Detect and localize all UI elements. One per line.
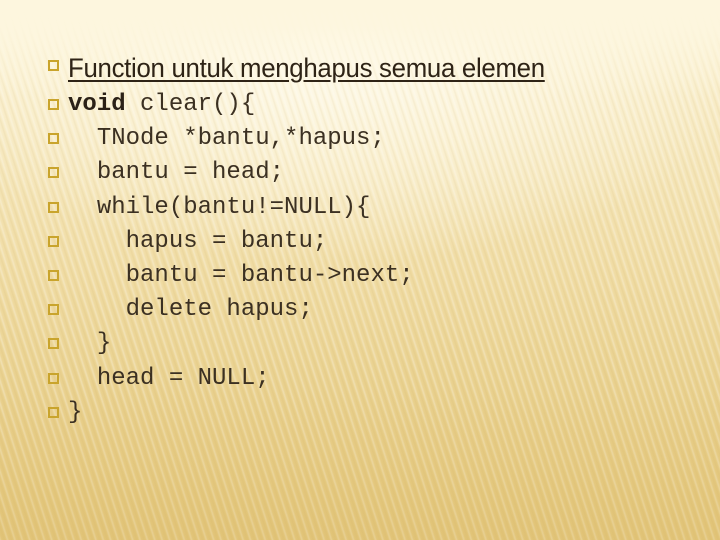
code-bullet-line: bantu = bantu->next; [48, 261, 414, 291]
square-bullet-icon [48, 338, 59, 350]
code-bullet-line: TNode *bantu,*hapus; [48, 124, 385, 154]
code-bullet-line: hapus = bantu; [48, 227, 327, 257]
square-bullet-icon [48, 235, 59, 247]
square-bullet-icon [48, 99, 59, 110]
square-bullet-icon [48, 201, 59, 213]
page-title: Function untuk menghapus semua elemen [68, 53, 545, 83]
square-bullet-icon [48, 304, 59, 316]
code-line-text: bantu = head; [68, 158, 284, 188]
code-bullet-line: while(bantu!=NULL){ [48, 193, 370, 223]
code-bullet-line: void clear(){ [48, 90, 255, 120]
code-line-text: void clear(){ [68, 90, 255, 120]
square-bullet-icon [48, 133, 59, 145]
code-line-body: bantu = bantu->next; [125, 262, 414, 289]
square-bullet-icon [48, 167, 59, 179]
square-bullet-icon [48, 270, 59, 281]
square-bullet-icon [48, 372, 59, 384]
code-line-body: delete hapus; [125, 296, 313, 324]
slide-content: Function untuk menghapus semua elemen vo… [0, 0, 720, 540]
code-line-text: TNode *bantu,*hapus; [68, 124, 385, 154]
code-line-body: head = NULL; [96, 364, 270, 392]
code-bullet-line: head = NULL; [48, 364, 270, 394]
code-line-text: hapus = bantu; [68, 227, 328, 257]
code-line-body: bantu = head; [96, 159, 285, 187]
code-line-text: bantu = bantu->next; [68, 261, 414, 291]
code-line-body: clear(){ [125, 91, 256, 118]
code-bullet-line: bantu = head; [48, 158, 284, 188]
code-line-body: } [96, 330, 112, 358]
square-bullet-icon [48, 60, 59, 71]
slide-title-bullet-line: Function untuk menghapus semua elemen [48, 52, 567, 84]
code-line-text: } [68, 398, 82, 428]
slide-canvas: Function untuk menghapus semua elemen vo… [0, 0, 720, 540]
code-line-body: while(bantu!=NULL){ [96, 193, 371, 221]
code-line-body: hapus = bantu; [125, 227, 328, 255]
code-line-text: delete hapus; [68, 295, 313, 325]
code-line-text: head = NULL; [68, 364, 270, 394]
code-keyword: void [68, 91, 126, 118]
code-bullet-line: delete hapus; [48, 295, 313, 325]
code-line-body: TNode *bantu,*hapus; [96, 125, 385, 153]
code-bullet-line: } [48, 398, 82, 428]
code-line-text: while(bantu!=NULL){ [68, 193, 371, 223]
code-bullet-line: } [48, 329, 111, 359]
code-line-text: } [68, 329, 111, 359]
code-line-body: } [68, 398, 83, 426]
square-bullet-icon [48, 406, 59, 418]
